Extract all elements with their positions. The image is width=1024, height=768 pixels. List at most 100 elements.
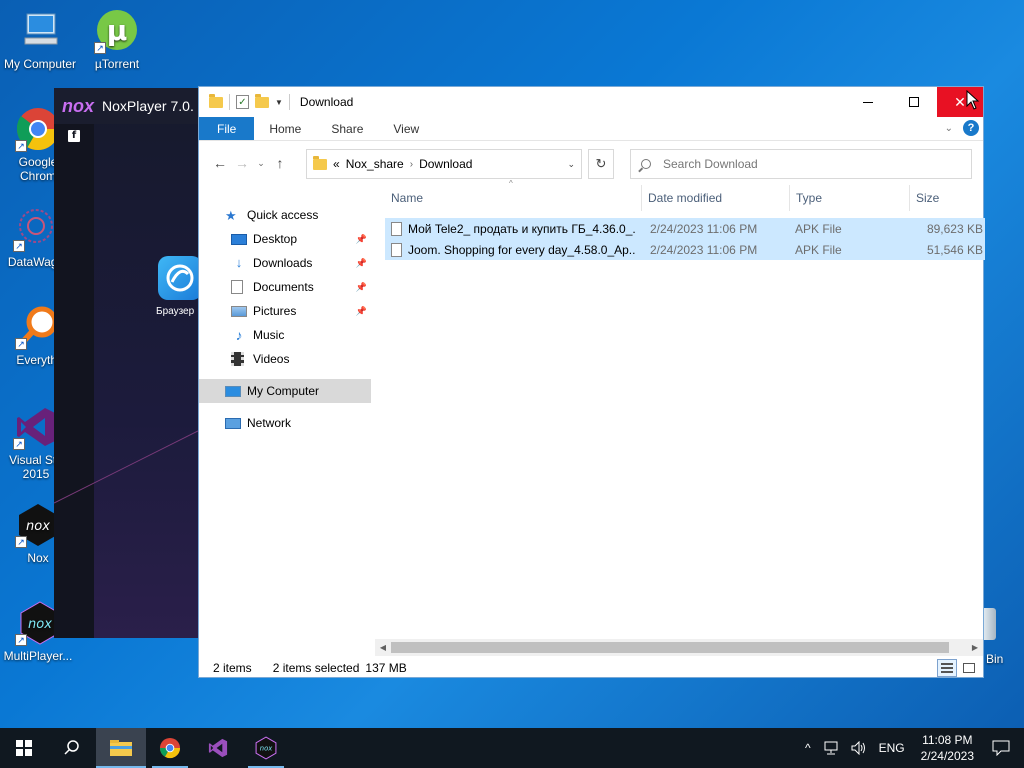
star-icon: ★ (225, 208, 237, 223)
desktop-icon-label: My Computer (3, 57, 77, 71)
breadcrumb-separator-icon[interactable]: › (410, 159, 413, 170)
shortcut-arrow-icon: ↗ (15, 140, 27, 152)
network-tray-button[interactable] (817, 741, 845, 755)
network-icon (824, 741, 838, 755)
nav-quick-access[interactable]: ★ Quick access (199, 203, 371, 227)
nav-videos[interactable]: Videos (199, 347, 371, 371)
file-explorer-icon (110, 740, 132, 756)
column-date-modified[interactable]: Date modified (642, 185, 790, 211)
horizontal-scrollbar[interactable]: ◀ ▶ (375, 639, 983, 656)
separator (288, 94, 290, 110)
chevron-up-icon: ^ (804, 741, 811, 755)
refresh-button[interactable]: ↻ (588, 149, 614, 179)
pictures-icon (231, 305, 247, 317)
taskbar-nox[interactable]: nox (242, 728, 290, 768)
search-placeholder: Search Download (663, 157, 758, 171)
tab-view[interactable]: View (378, 117, 434, 140)
maximize-button[interactable] (891, 87, 937, 117)
new-folder-icon[interactable] (255, 93, 269, 108)
volume-tray-button[interactable] (845, 741, 873, 755)
forward-button[interactable]: → (231, 152, 253, 174)
scroll-left-icon[interactable]: ◀ (375, 639, 391, 656)
file-row[interactable]: Мой Tele2_ продать и купить ГБ_4.36.0_..… (385, 218, 985, 239)
file-explorer-window[interactable]: ✓ ▼ Download ✕ File Home Share View ⌄ ? … (198, 86, 985, 678)
pin-icon[interactable]: 📌 (356, 282, 367, 293)
details-view-icon (941, 663, 953, 673)
breadcrumb-download[interactable]: Download (419, 157, 472, 171)
minimize-button[interactable] (845, 87, 891, 117)
up-button[interactable]: ↑ (269, 152, 291, 174)
separator (229, 94, 230, 110)
column-type[interactable]: Type (790, 185, 910, 211)
quick-access-toolbar: ✓ ▼ (199, 93, 290, 110)
address-dropdown-icon[interactable]: ⌄ (567, 159, 575, 170)
start-button[interactable] (0, 728, 48, 768)
computer-icon (17, 8, 63, 54)
svg-text:µ: µ (107, 14, 128, 47)
svg-text:nox: nox (260, 745, 273, 753)
desktop-icon-my-computer[interactable]: My Computer (0, 8, 80, 71)
nav-downloads[interactable]: ↓ Downloads 📌 (199, 251, 371, 275)
address-bar[interactable]: « Nox_share › Download ⌄ (306, 149, 582, 179)
browser-app-icon[interactable] (158, 256, 202, 300)
nav-documents[interactable]: Documents 📌 (199, 275, 371, 299)
maximize-icon (909, 97, 919, 107)
properties-check-icon[interactable]: ✓ (236, 95, 249, 109)
nav-my-computer[interactable]: My Computer (199, 379, 371, 403)
clock-time: 11:08 PM (922, 733, 973, 747)
recent-locations-button[interactable]: ⌄ (253, 152, 269, 174)
input-language-button[interactable]: ENG (873, 741, 911, 755)
expand-ribbon-chevron-icon[interactable]: ⌄ (945, 123, 953, 134)
nav-music[interactable]: ♪ Music (199, 323, 371, 347)
shortcut-arrow-icon: ↗ (13, 240, 25, 252)
taskbar-file-explorer[interactable] (96, 728, 146, 768)
column-size[interactable]: Size (910, 185, 985, 211)
show-hidden-icons-button[interactable]: ^ (799, 741, 817, 755)
navigation-bar: ← → ⌄ ↑ « Nox_share › Download ⌄ ↻ Searc… (199, 141, 983, 185)
downloads-icon: ↓ (235, 255, 243, 270)
clock-date: 2/24/2023 (920, 749, 974, 763)
pin-icon[interactable]: 📌 (356, 234, 367, 245)
tab-file[interactable]: File (199, 117, 255, 140)
customize-toolbar-dropdown-icon[interactable]: ▼ (275, 98, 283, 107)
search-button[interactable] (48, 728, 96, 768)
notification-icon (992, 740, 1010, 756)
nav-desktop[interactable]: Desktop 📌 (199, 227, 371, 251)
help-icon[interactable]: ? (963, 120, 979, 136)
taskbar-visual-studio[interactable] (194, 728, 242, 768)
utorrent-icon: µ ↗ (94, 8, 140, 54)
nav-label: Desktop (253, 232, 298, 246)
documents-icon (231, 280, 243, 294)
tab-home[interactable]: Home (254, 117, 316, 140)
tab-share[interactable]: Share (316, 117, 378, 140)
explorer-titlebar[interactable]: ✓ ▼ Download ✕ (199, 87, 983, 117)
file-icon (391, 221, 402, 236)
noxplayer-titlebar[interactable]: nox NoxPlayer 7.0. (54, 88, 204, 124)
music-icon: ♪ (235, 327, 243, 343)
large-icons-view-button[interactable] (959, 659, 979, 677)
breadcrumb-overflow[interactable]: « (333, 157, 340, 171)
taskbar-clock[interactable]: 11:08 PM 2/24/2023 (911, 732, 984, 764)
nav-label: Quick access (247, 208, 319, 222)
file-row[interactable]: Joom. Shopping for every day_4.58.0_Ap..… (385, 239, 985, 260)
nav-pictures[interactable]: Pictures 📌 (199, 299, 371, 323)
desktop-icon-utorrent[interactable]: µ ↗ µTorrent (77, 8, 157, 71)
breadcrumb-nox-share[interactable]: Nox_share (346, 157, 404, 171)
nav-label: Music (253, 328, 285, 342)
search-input[interactable]: Search Download (630, 149, 972, 179)
details-view-button[interactable] (937, 659, 957, 677)
facebook-icon[interactable]: f (68, 130, 80, 142)
nav-network[interactable]: Network (199, 411, 371, 435)
pin-icon[interactable]: 📌 (356, 258, 367, 269)
file-type: APK File (795, 242, 842, 257)
recycle-bin-icon[interactable] (984, 608, 996, 640)
scrollbar-thumb[interactable] (391, 642, 949, 653)
pin-icon[interactable]: 📌 (356, 306, 367, 317)
action-center-button[interactable] (984, 740, 1024, 756)
noxplayer-window[interactable]: nox NoxPlayer 7.0. f Браузер (54, 88, 204, 638)
scroll-right-icon[interactable]: ▶ (967, 639, 983, 656)
taskbar-chrome[interactable] (146, 728, 194, 768)
back-arrow-icon: ← (213, 155, 227, 171)
column-name[interactable]: Name (385, 185, 642, 211)
back-button[interactable]: ← (209, 152, 231, 174)
